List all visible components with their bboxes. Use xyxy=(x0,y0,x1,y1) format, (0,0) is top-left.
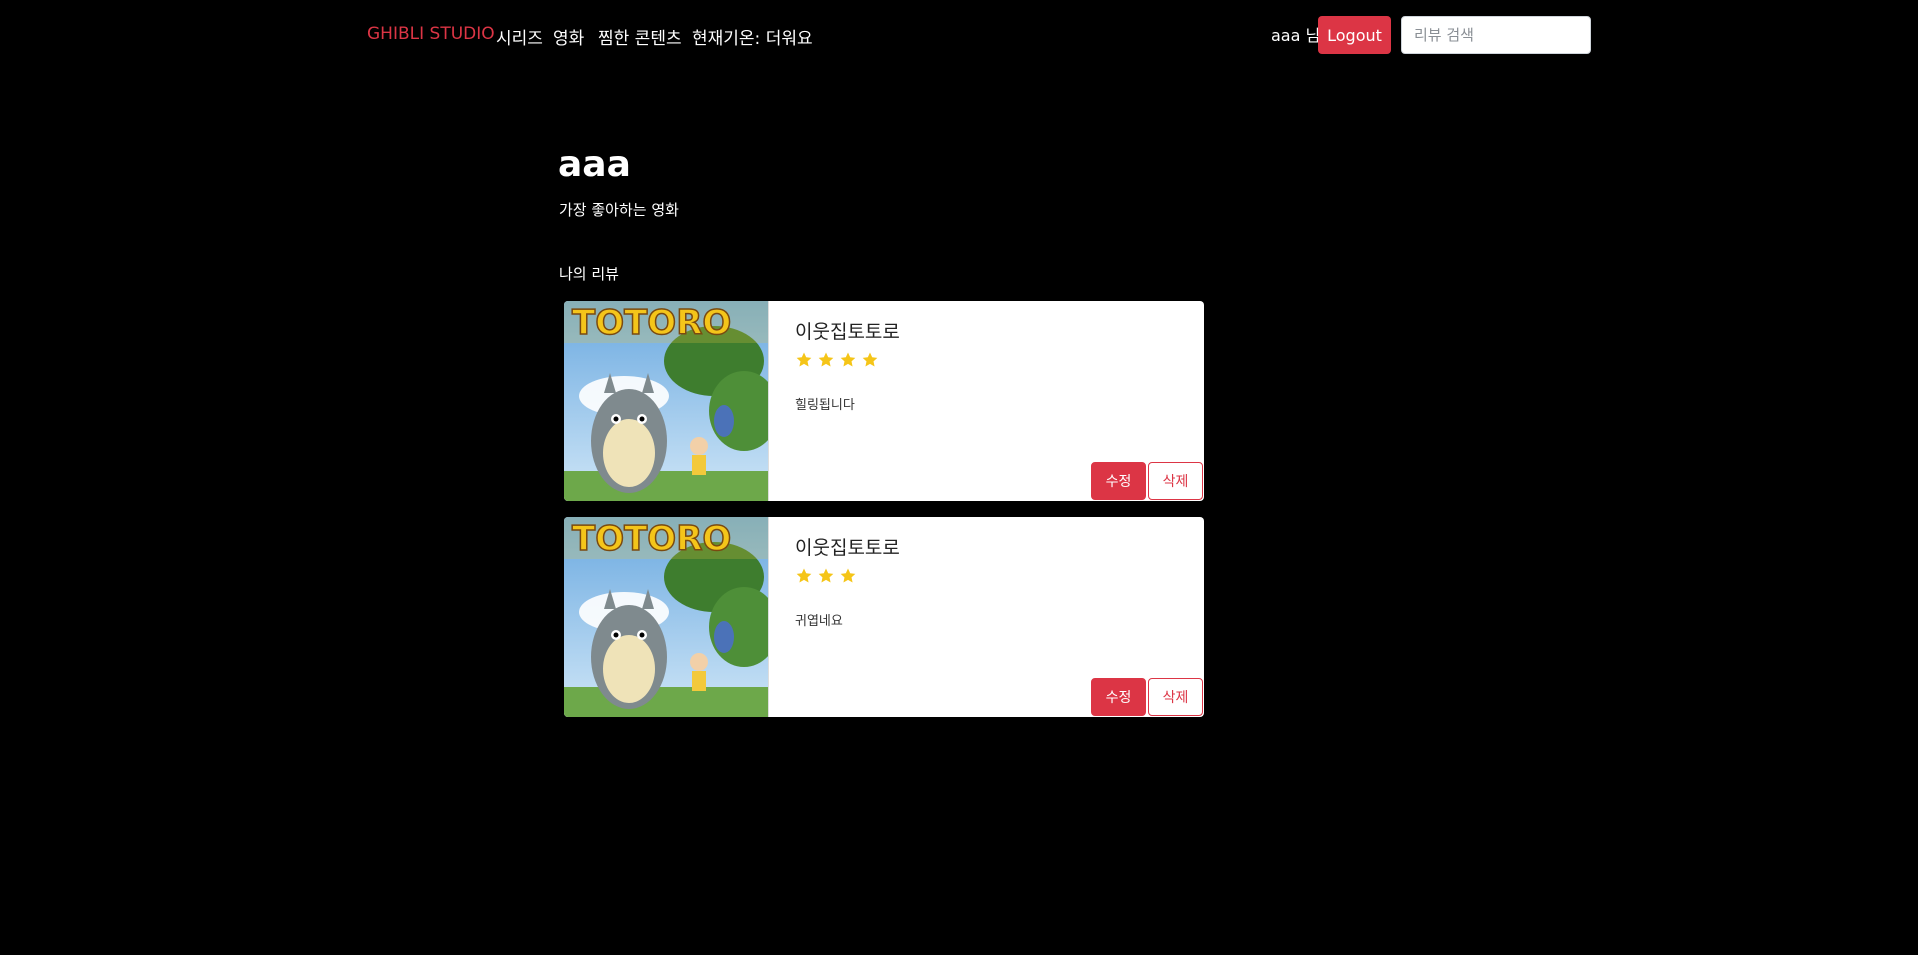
review-card: TOTORO 이웃집토토로귀엽네요수정 삭제 xyxy=(564,517,1204,717)
nav-link-movies[interactable]: 영화 xyxy=(553,24,584,49)
brand-link[interactable]: GHIBLI STUDIO xyxy=(367,24,495,44)
star-icon xyxy=(796,568,812,583)
logout-button[interactable]: Logout xyxy=(1318,16,1391,54)
edit-review-button[interactable]: 수정 xyxy=(1091,462,1146,500)
star-icon xyxy=(818,352,834,367)
star-icon xyxy=(818,568,834,583)
nav-link-wishlist[interactable]: 찜한 콘텐츠 xyxy=(598,24,682,49)
delete-review-button[interactable]: 삭제 xyxy=(1148,678,1203,716)
review-poster: TOTORO xyxy=(564,301,769,501)
user-greeting: aaa 님 xyxy=(1271,26,1321,45)
favorite-movie-label: 가장 좋아하는 영화 xyxy=(559,201,679,219)
nav-link-weather[interactable]: 현재기온: 더워요 xyxy=(692,24,813,49)
delete-review-button[interactable]: 삭제 xyxy=(1148,462,1203,500)
star-icon xyxy=(840,352,856,367)
edit-review-button[interactable]: 수정 xyxy=(1091,678,1146,716)
star-icon xyxy=(840,568,856,583)
review-movie-title: 이웃집토토로 xyxy=(795,321,900,343)
star-icon xyxy=(862,352,878,367)
navbar: GHIBLI STUDIO 시리즈 영화 찜한 콘텐츠 현재기온: 더워요 aa… xyxy=(0,0,1918,70)
svg-text:TOTORO: TOTORO xyxy=(572,519,731,559)
review-search-input[interactable] xyxy=(1401,16,1591,54)
profile-name: aaa xyxy=(558,144,631,185)
totoro-poster-image: TOTORO xyxy=(564,301,768,501)
review-rating xyxy=(795,567,857,585)
my-reviews-title: 나의 리뷰 xyxy=(559,265,619,283)
nav-link-series[interactable]: 시리즈 xyxy=(496,24,543,49)
totoro-poster-image: TOTORO xyxy=(564,517,768,717)
review-movie-title: 이웃집토토로 xyxy=(795,537,900,559)
review-text: 힐링됩니다 xyxy=(795,398,855,413)
review-poster: TOTORO xyxy=(564,517,769,717)
review-text: 귀엽네요 xyxy=(795,614,843,629)
svg-text:TOTORO: TOTORO xyxy=(572,303,731,343)
review-rating xyxy=(795,351,879,369)
star-icon xyxy=(796,352,812,367)
review-card: TOTORO 이웃집토토로힐링됩니다수정 삭제 xyxy=(564,301,1204,501)
